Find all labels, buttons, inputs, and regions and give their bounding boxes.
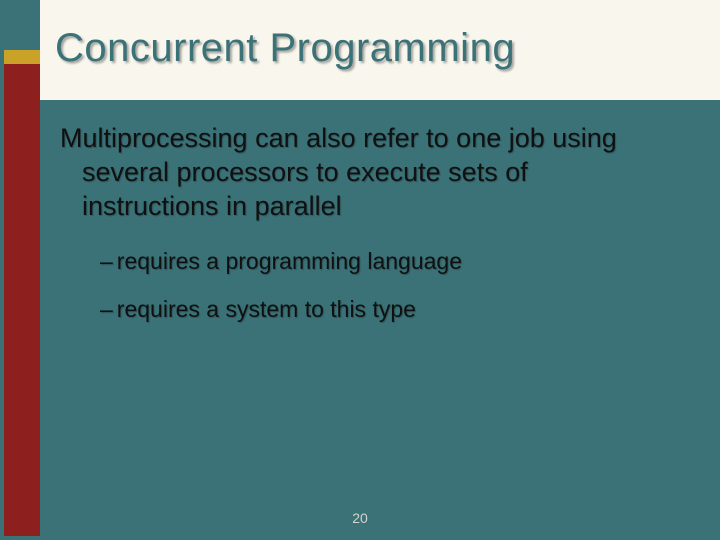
slide-title: Concurrent Programming [55, 26, 515, 71]
accent-bar [4, 50, 40, 64]
slide: Concurrent Programming Multiprocessing c… [0, 0, 720, 540]
body-paragraph: Multiprocessing can also refer to one jo… [60, 122, 660, 223]
slide-body: Multiprocessing can also refer to one jo… [60, 122, 660, 343]
bullet-text: requires a programming language [117, 248, 462, 274]
bullet-text: requires a system to this type [117, 296, 416, 322]
bullet-item: –requires a programming language [100, 247, 660, 277]
page-number: 20 [0, 510, 720, 526]
dash-icon: – [100, 296, 113, 322]
accent-column [4, 50, 40, 536]
dash-icon: – [100, 248, 113, 274]
bullet-item: –requires a system to this type [100, 295, 660, 325]
